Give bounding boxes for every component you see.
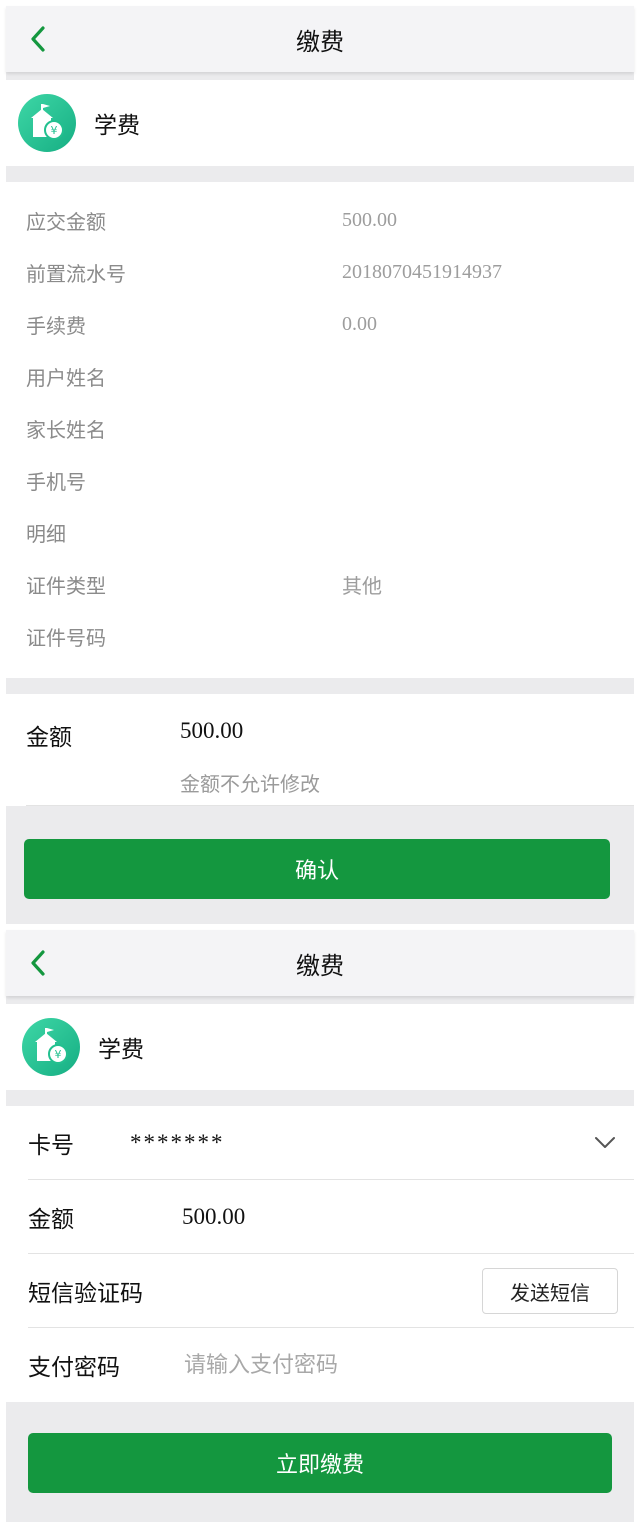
detail-list: 应交金额 500.00 前置流水号 2018070451914937 手续费 0.00…: [6, 182, 634, 678]
back-button[interactable]: [18, 930, 58, 996]
detail-value: 2018070451914937: [342, 260, 502, 283]
detail-label: 证件类型: [26, 573, 106, 598]
page-title: 缴费: [296, 27, 344, 56]
screen-confirm: 缴费 ¥ 学费 应交金额 500.00 前置流水号 2018070451914937…: [6, 6, 634, 924]
sms-code-label: 短信验证码: [28, 1281, 143, 1307]
nav-bar: 缴费: [6, 930, 634, 996]
detail-label: 家长姓名: [26, 417, 106, 442]
detail-value: 其他: [342, 575, 382, 598]
divider: [26, 805, 634, 806]
detail-label: 手续费: [26, 313, 86, 338]
chevron-down-icon[interactable]: [594, 1136, 616, 1150]
detail-row: 家长姓名: [26, 402, 634, 454]
pay-now-button[interactable]: 立即缴费: [28, 1433, 612, 1493]
card-select-row[interactable]: 卡号 *******: [6, 1106, 634, 1180]
detail-row: 手机号: [26, 454, 634, 506]
back-button[interactable]: [18, 6, 58, 72]
password-row: 支付密码: [6, 1328, 634, 1402]
amount-label: 金额: [26, 725, 72, 751]
detail-row: 手续费 0.00: [26, 298, 634, 350]
detail-value: 0.00: [342, 312, 377, 335]
send-sms-button[interactable]: 发送短信: [482, 1268, 618, 1314]
merchant-header: ¥ 学费: [6, 1004, 634, 1090]
amount-section: 金额 500.00 金额不允许修改: [6, 694, 634, 806]
page-title: 缴费: [296, 951, 344, 980]
school-payment-icon: ¥: [22, 1018, 80, 1076]
merchant-name: 学费: [98, 1037, 144, 1063]
confirm-button-label: 确认: [294, 859, 339, 884]
password-input[interactable]: [182, 1344, 606, 1386]
confirm-button[interactable]: 确认: [24, 839, 610, 899]
school-payment-icon: ¥: [18, 94, 76, 152]
detail-label: 证件号码: [26, 625, 106, 650]
amount-value: 500.00: [180, 718, 244, 743]
merchant-name: 学费: [94, 113, 140, 139]
sms-code-row: 短信验证码 发送短信: [6, 1254, 634, 1328]
detail-row: 用户姓名: [26, 350, 634, 402]
send-sms-label: 发送短信: [510, 1280, 590, 1305]
amount-value: 500.00: [182, 1204, 246, 1229]
chevron-left-icon: [31, 26, 45, 52]
merchant-header: ¥ 学费: [6, 80, 634, 166]
detail-row: 证件号码: [26, 610, 634, 662]
detail-row: 证件类型 其他: [26, 558, 634, 610]
pay-now-button-label: 立即缴费: [275, 1453, 364, 1478]
payment-form: 卡号 ******* 金额 500.00 短信验证码 发送短信 支付密码: [6, 1106, 634, 1402]
card-label: 卡号: [28, 1133, 74, 1159]
detail-row: 明细: [26, 506, 634, 558]
detail-label: 前置流水号: [26, 261, 126, 286]
detail-value: 500.00: [342, 208, 397, 231]
detail-row: 应交金额 500.00: [26, 194, 634, 246]
detail-label: 用户姓名: [26, 365, 106, 390]
nav-bar: 缴费: [6, 6, 634, 72]
detail-label: 手机号: [26, 469, 86, 494]
detail-label: 应交金额: [26, 209, 106, 234]
detail-label: 明细: [26, 521, 66, 546]
amount-hint: 金额不允许修改: [180, 772, 320, 796]
amount-label: 金额: [28, 1207, 74, 1233]
svg-text:¥: ¥: [55, 1048, 62, 1061]
password-label: 支付密码: [28, 1355, 120, 1381]
detail-row: 前置流水号 2018070451914937: [26, 246, 634, 298]
amount-row: 金额 500.00: [6, 1180, 634, 1254]
card-number-value: *******: [130, 1130, 225, 1155]
svg-text:¥: ¥: [51, 124, 58, 137]
chevron-left-icon: [31, 950, 45, 976]
screen-payment: 缴费 ¥ 学费 卡号 ******* 金额 500.00 短信验证码 发送短信 …: [6, 930, 634, 1522]
